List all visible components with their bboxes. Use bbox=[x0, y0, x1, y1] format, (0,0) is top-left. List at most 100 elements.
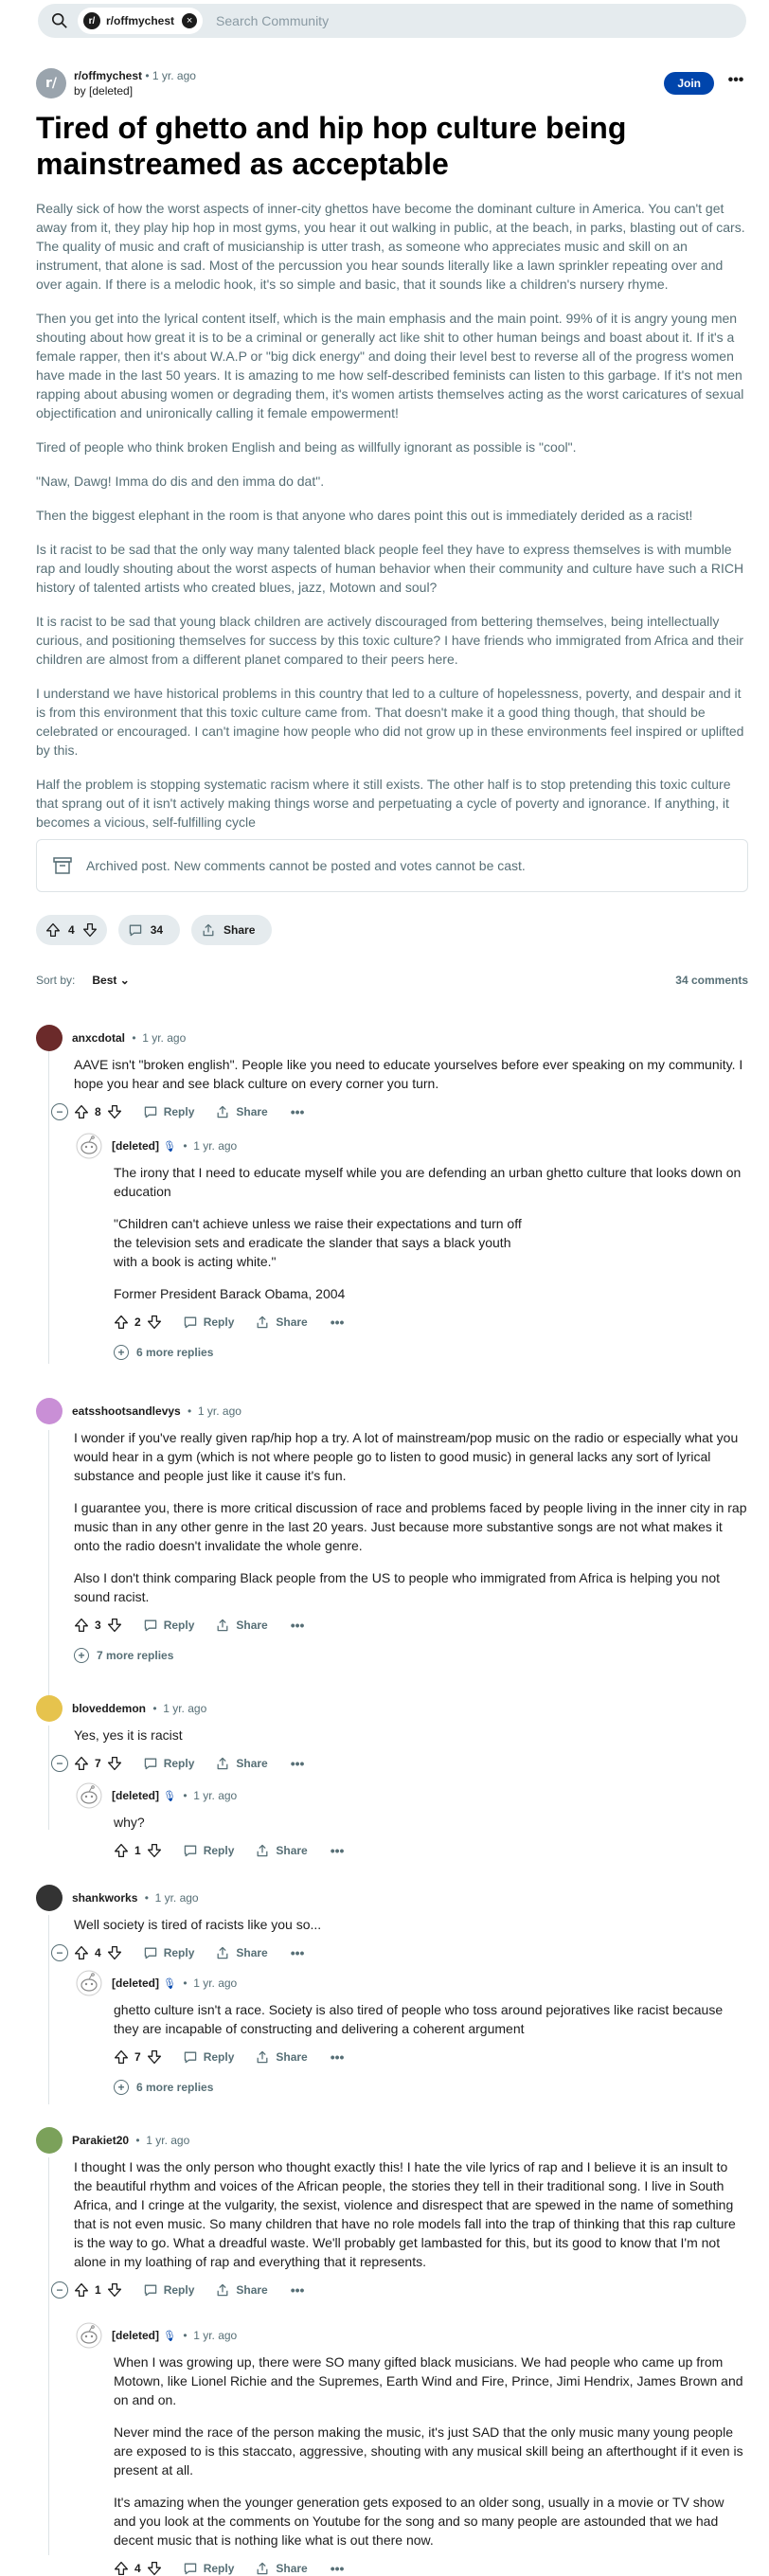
avatar[interactable] bbox=[76, 1782, 102, 1809]
reply-button[interactable]: Reply bbox=[183, 2049, 234, 2065]
sort-dropdown[interactable]: Best ⌄ bbox=[92, 974, 129, 987]
comment-icon bbox=[183, 2561, 198, 2576]
subreddit-chip[interactable]: r/ r/offmychest × bbox=[78, 8, 204, 34]
comment-time: • 1 yr. ago bbox=[179, 1139, 238, 1153]
share-button[interactable]: Share bbox=[191, 915, 273, 945]
share-label: Share bbox=[236, 2283, 268, 2297]
share-icon bbox=[255, 1843, 270, 1858]
reply-button[interactable]: Reply bbox=[143, 1756, 194, 1771]
downvote-icon[interactable] bbox=[147, 2561, 162, 2576]
downvote-icon[interactable] bbox=[107, 1756, 122, 1771]
collapse-button[interactable]: − bbox=[51, 1755, 68, 1772]
comment-paragraph: "Children can't achieve unless we raise … bbox=[114, 1216, 522, 1269]
more-replies-label: 6 more replies bbox=[136, 2081, 214, 2094]
share-button[interactable]: Share bbox=[215, 2282, 268, 2298]
chevron-down-icon: ⌄ bbox=[119, 974, 130, 987]
collapse-button[interactable]: − bbox=[51, 1103, 68, 1120]
reply-button[interactable]: Reply bbox=[143, 2282, 194, 2298]
upvote-icon[interactable] bbox=[114, 1315, 129, 1330]
downvote-icon[interactable] bbox=[107, 1618, 122, 1633]
comment-author[interactable]: [deleted] bbox=[112, 1789, 159, 1802]
avatar[interactable] bbox=[76, 1133, 102, 1159]
upvote-icon[interactable] bbox=[74, 1945, 89, 1960]
post-more-button[interactable]: ••• bbox=[724, 70, 748, 95]
more-replies-link[interactable]: +6 more replies bbox=[114, 1345, 748, 1360]
downvote-icon[interactable] bbox=[107, 1104, 122, 1119]
more-replies-link[interactable]: +7 more replies bbox=[74, 1648, 748, 1663]
downvote-icon[interactable] bbox=[82, 922, 98, 938]
close-icon[interactable]: × bbox=[182, 13, 198, 28]
microphone-icon: 🎙 bbox=[163, 1140, 176, 1153]
search-bar[interactable]: r/ r/offmychest × Search Community bbox=[38, 4, 746, 38]
avatar[interactable] bbox=[76, 1970, 102, 1996]
comment-author[interactable]: shankworks bbox=[72, 1891, 137, 1905]
avatar[interactable] bbox=[76, 2322, 102, 2349]
reply-button[interactable]: Reply bbox=[183, 1843, 234, 1858]
subreddit-name[interactable]: r/offmychest bbox=[74, 69, 142, 82]
share-button[interactable]: Share bbox=[255, 2049, 308, 2065]
collapse-button[interactable]: − bbox=[51, 2281, 68, 2299]
comment-more-button[interactable]: ••• bbox=[291, 1756, 305, 1771]
avatar[interactable] bbox=[36, 1695, 63, 1722]
upvote-icon[interactable] bbox=[45, 922, 61, 938]
comment-more-button[interactable]: ••• bbox=[331, 1843, 345, 1858]
comment-header: [deleted] 🎙 • 1 yr. ago bbox=[76, 1782, 748, 1809]
comment-paragraph: Well society is tired of racists like yo… bbox=[74, 1917, 322, 1932]
share-button[interactable]: Share bbox=[215, 1618, 268, 1633]
downvote-icon[interactable] bbox=[107, 2282, 122, 2298]
more-replies-link[interactable]: +6 more replies bbox=[114, 2080, 748, 2095]
avatar[interactable] bbox=[36, 1885, 63, 1911]
comment-author[interactable]: Parakiet20 bbox=[72, 2134, 129, 2147]
share-button[interactable]: Share bbox=[215, 1104, 268, 1119]
comment-more-button[interactable]: ••• bbox=[291, 1945, 305, 1960]
comment-vote: 8 bbox=[74, 1104, 122, 1119]
comment-author[interactable]: [deleted] bbox=[112, 2329, 159, 2342]
comment-more-button[interactable]: ••• bbox=[331, 2049, 345, 2065]
downvote-icon[interactable] bbox=[107, 1945, 122, 1960]
upvote-icon[interactable] bbox=[74, 1756, 89, 1771]
comment-author[interactable]: eatsshootsandlevys bbox=[72, 1404, 181, 1418]
share-button[interactable]: Share bbox=[255, 1843, 308, 1858]
comment-more-button[interactable]: ••• bbox=[331, 2561, 345, 2576]
subreddit-avatar[interactable]: r/ bbox=[36, 68, 66, 98]
avatar[interactable] bbox=[36, 1398, 63, 1424]
share-button[interactable]: Share bbox=[255, 2561, 308, 2576]
comment-author[interactable]: bloveddemon bbox=[72, 1702, 146, 1715]
reply-button[interactable]: Reply bbox=[143, 1945, 194, 1960]
reply-button[interactable]: Reply bbox=[183, 1315, 234, 1330]
upvote-icon[interactable] bbox=[74, 2282, 89, 2298]
share-button[interactable]: Share bbox=[255, 1315, 308, 1330]
avatar[interactable] bbox=[36, 1025, 63, 1051]
comments-button[interactable]: 34 bbox=[117, 915, 181, 945]
upvote-icon[interactable] bbox=[114, 1843, 129, 1858]
comment-author[interactable]: [deleted] bbox=[112, 1977, 159, 1990]
comment-author[interactable]: anxcdotal bbox=[72, 1031, 125, 1045]
reply-label: Reply bbox=[163, 1619, 195, 1632]
upvote-icon[interactable] bbox=[74, 1618, 89, 1633]
reply-button[interactable]: Reply bbox=[143, 1104, 194, 1119]
downvote-icon[interactable] bbox=[147, 1843, 162, 1858]
comment-more-button[interactable]: ••• bbox=[291, 1104, 305, 1119]
collapse-button[interactable]: − bbox=[51, 1944, 68, 1961]
downvote-icon[interactable] bbox=[147, 1315, 162, 1330]
upvote-icon[interactable] bbox=[74, 1104, 89, 1119]
comment-more-button[interactable]: ••• bbox=[331, 1315, 345, 1330]
archived-text: Archived post. New comments cannot be po… bbox=[86, 858, 526, 873]
downvote-icon[interactable] bbox=[147, 2049, 162, 2065]
share-label: Share bbox=[276, 1844, 308, 1857]
comment-icon bbox=[183, 1315, 198, 1330]
share-button[interactable]: Share bbox=[215, 1756, 268, 1771]
share-button[interactable]: Share bbox=[215, 1945, 268, 1960]
upvote-icon[interactable] bbox=[114, 2049, 129, 2065]
comment-score: 4 bbox=[95, 1946, 101, 1959]
join-button[interactable]: Join bbox=[664, 72, 714, 95]
comment-more-button[interactable]: ••• bbox=[291, 1618, 305, 1633]
comment-more-button[interactable]: ••• bbox=[291, 2282, 305, 2298]
comment-author[interactable]: [deleted] bbox=[112, 1139, 159, 1153]
reply-button[interactable]: Reply bbox=[143, 1618, 195, 1633]
upvote-icon[interactable] bbox=[114, 2561, 129, 2576]
comment-header: bloveddemon • 1 yr. ago bbox=[36, 1695, 748, 1722]
search-input[interactable]: Search Community bbox=[216, 13, 329, 28]
reply-button[interactable]: Reply bbox=[183, 2561, 234, 2576]
avatar[interactable] bbox=[36, 2127, 63, 2154]
